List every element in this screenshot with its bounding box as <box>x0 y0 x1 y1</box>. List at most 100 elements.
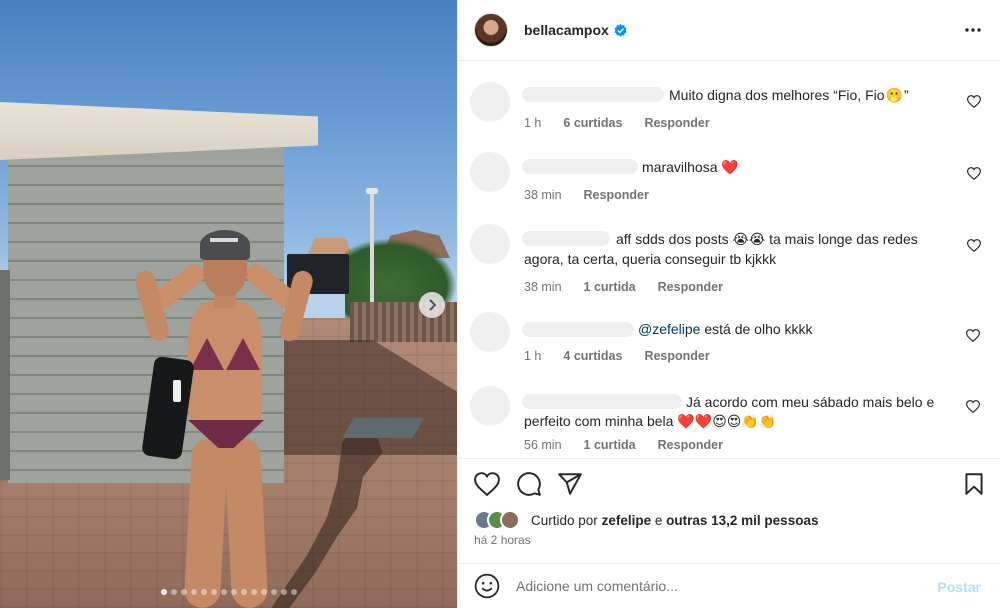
red-heart-emoji: ❤️ <box>694 413 713 429</box>
carousel-dot <box>190 589 197 595</box>
clapping-hands-emoji: 👏 <box>741 413 759 429</box>
commenter-avatar[interactable] <box>470 224 510 264</box>
post-time-ago[interactable]: há 2 horas <box>474 533 531 547</box>
comment-text: maravilhosa ❤️ <box>642 157 739 177</box>
reply-button[interactable]: Responder <box>584 188 649 202</box>
comment-time: 38 min <box>524 188 562 202</box>
emoji-icon[interactable] <box>474 573 500 599</box>
carousel-dot <box>220 589 227 595</box>
commenter-name-redacted[interactable] <box>522 322 634 337</box>
commenter-name-redacted[interactable] <box>522 87 664 102</box>
carousel-dot <box>160 589 167 595</box>
comment-text-line2: agora, ta certa, queria conseguir tb kjk… <box>524 251 777 267</box>
comment-body: aff sdds dos posts <box>616 231 729 247</box>
carousel-dot <box>260 589 267 595</box>
carousel-dot <box>240 589 247 595</box>
comment-time: 38 min <box>524 280 562 294</box>
user-mention-link[interactable]: @zefelipe <box>638 321 700 337</box>
carousel-indicator <box>0 589 457 595</box>
carousel-next-button[interactable] <box>419 292 445 318</box>
bookmark-icon[interactable] <box>961 471 987 497</box>
comment-likes-count[interactable]: 6 curtidas <box>563 116 622 130</box>
commenter-avatar[interactable] <box>470 312 510 352</box>
heart-icon[interactable] <box>967 167 981 180</box>
share-icon[interactable] <box>557 471 583 497</box>
add-comment-bar: Postar <box>458 563 1000 608</box>
reply-button[interactable]: Responder <box>644 116 709 130</box>
post-comment-button[interactable]: Postar <box>937 579 981 595</box>
commenter-name-redacted[interactable] <box>522 231 610 246</box>
carousel-dot <box>280 589 287 595</box>
liker-avatars[interactable] <box>474 510 520 530</box>
red-heart-emoji: ❤️ <box>677 413 695 429</box>
more-options-icon[interactable] <box>964 22 982 38</box>
post-photo[interactable] <box>0 0 457 608</box>
carousel-dot <box>270 589 277 595</box>
commenter-name-redacted[interactable] <box>522 394 682 409</box>
clapping-hands-emoji: 👏 <box>758 413 777 429</box>
person-cap-logo <box>210 238 238 242</box>
photo-drain <box>342 418 424 438</box>
likes-prefix: Curtido por <box>531 512 598 528</box>
comment-likes-count[interactable]: 1 curtida <box>584 438 636 452</box>
post-header: bellacampox <box>458 0 1000 61</box>
heart-icon[interactable] <box>474 471 500 497</box>
heart-icon[interactable] <box>967 95 981 108</box>
person-leg <box>223 437 269 608</box>
crying-emoji: 😭 <box>748 231 766 247</box>
reply-button[interactable]: Responder <box>644 349 709 363</box>
comment-input[interactable] <box>516 578 916 594</box>
photo-lamp-head <box>366 188 378 194</box>
avatar[interactable] <box>474 13 508 47</box>
person-bag <box>141 355 195 461</box>
person-bag-tag <box>173 380 181 402</box>
heart-icon[interactable] <box>967 239 981 252</box>
carousel-dot <box>180 589 187 595</box>
reply-button[interactable]: Responder <box>658 438 723 452</box>
likes-joiner: e <box>654 512 663 528</box>
verified-badge-icon <box>614 23 627 37</box>
comment-body: maravilhosa <box>642 159 718 175</box>
photo-hut-edge <box>0 270 10 480</box>
commenter-avatar[interactable] <box>470 386 510 426</box>
comment-likes-count[interactable]: 1 curtida <box>584 280 636 294</box>
heart-icon[interactable] <box>966 329 980 342</box>
likes-others-link[interactable]: outras 13,2 mil pessoas <box>666 513 818 528</box>
comment-time: 56 min <box>524 438 562 452</box>
commenter-name-redacted[interactable] <box>522 159 638 174</box>
carousel-dot <box>250 589 257 595</box>
comment-icon[interactable] <box>516 471 542 497</box>
comment-text: @zefelipe está de olho kkkk <box>638 319 813 339</box>
post-actions-bar <box>458 458 1000 508</box>
comment-text: aff sdds dos posts 😭😭 ta mais longe das … <box>616 229 918 249</box>
comment-text: Muito digna dos melhores “Fio, Fio🫢” <box>669 85 909 105</box>
comment-body: está de olho kkkk <box>704 321 813 337</box>
comment-body-continued: ta mais longe das redes <box>769 231 918 247</box>
carousel-dot <box>210 589 217 595</box>
reply-button[interactable]: Responder <box>658 280 723 294</box>
comment-meta: 56 min 1 curtida Responder <box>524 438 723 452</box>
comment-likes-count[interactable]: 4 curtidas <box>563 349 622 363</box>
person-leg <box>183 437 229 608</box>
comment-time: 1 h <box>524 349 542 363</box>
heart-icon[interactable] <box>966 400 980 413</box>
commenter-avatar[interactable] <box>470 152 510 192</box>
comment-meta: 1 h 4 curtidas Responder <box>524 349 710 363</box>
red-heart-emoji: ❤️ <box>721 159 739 175</box>
carousel-dot <box>200 589 207 595</box>
comment-meta: 38 min 1 curtida Responder <box>524 280 723 294</box>
comment-meta: 38 min Responder <box>524 188 649 202</box>
comment-time: 1 h <box>524 116 542 130</box>
comment-body-end: ” <box>903 87 909 103</box>
commenter-avatar[interactable] <box>470 82 510 122</box>
likes-summary: Curtido por zefelipe e outras 13,2 mil p… <box>474 508 818 532</box>
comment-text: Já acordo com meu sábado mais belo e <box>686 394 935 410</box>
comment-body: perfeito com minha bela <box>524 413 674 429</box>
photo-person <box>133 228 315 608</box>
carousel-dot <box>230 589 237 595</box>
carousel-dot <box>170 589 177 595</box>
liker-username[interactable]: zefelipe <box>602 513 652 528</box>
comment-meta: 1 h 6 curtidas Responder <box>524 116 710 130</box>
post-username[interactable]: bellacampox <box>524 22 609 38</box>
face-hand-over-mouth-emoji: 🫢 <box>885 87 903 103</box>
